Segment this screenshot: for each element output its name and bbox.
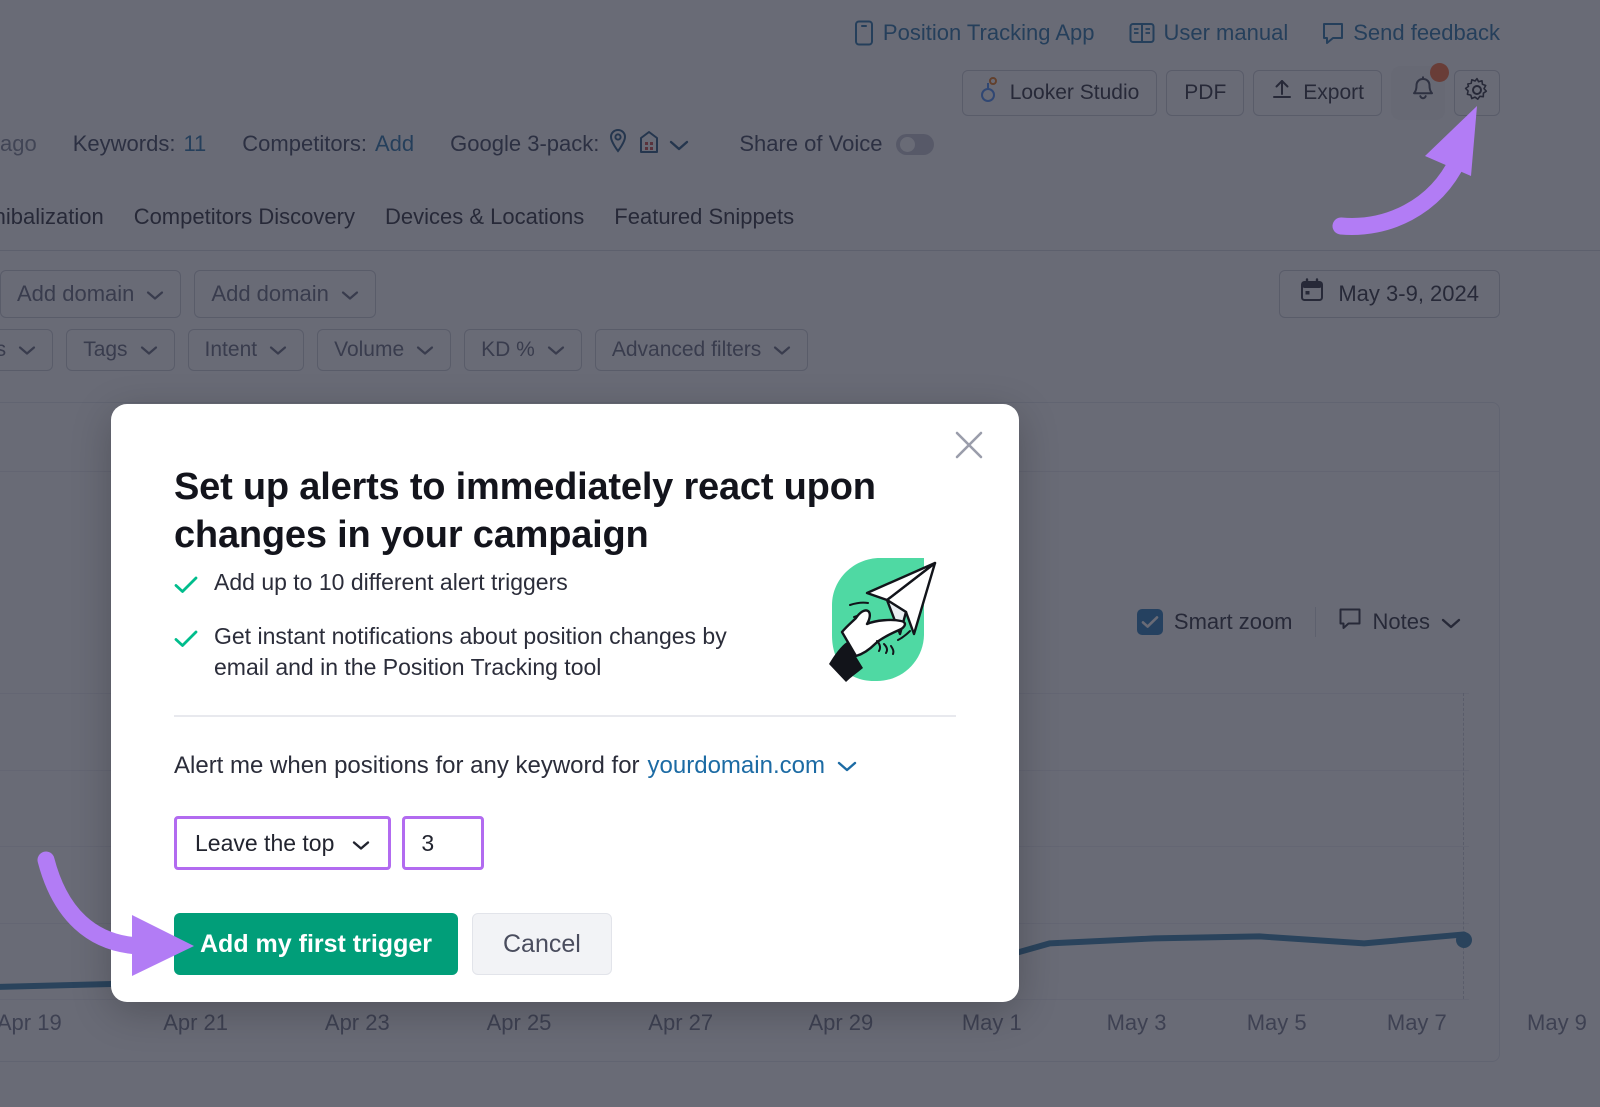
chevron-down-icon[interactable]: [837, 760, 857, 772]
domain-selector-link[interactable]: yourdomain.com: [648, 752, 825, 780]
modal-action-buttons: Add my first trigger Cancel: [174, 913, 612, 975]
check-icon: [174, 571, 198, 602]
add-first-trigger-button[interactable]: Add my first trigger: [174, 913, 458, 975]
chevron-down-icon: [352, 830, 370, 857]
list-item: Get instant notifications about position…: [174, 621, 784, 683]
alert-condition-sentence: Alert me when positions for any keyword …: [174, 752, 857, 780]
condition-number-input[interactable]: 3: [406, 820, 480, 866]
close-icon: [952, 428, 986, 467]
condition-number-value: 3: [421, 830, 434, 857]
alerts-setup-modal: Set up alerts to immediately react upon …: [111, 404, 1019, 1002]
check-icon: [174, 625, 198, 683]
trigger-condition-row: Leave the top 3: [174, 816, 484, 870]
close-button[interactable]: [948, 426, 990, 468]
paper-plane-icon: [802, 545, 952, 690]
condition-select-value: Leave the top: [195, 830, 334, 857]
modal-divider: [174, 715, 956, 717]
condition-select[interactable]: Leave the top: [178, 820, 387, 866]
sentence-prefix: Alert me when positions for any keyword …: [174, 752, 640, 780]
condition-number-highlight: 3: [402, 816, 484, 870]
list-item-label: Add up to 10 different alert triggers: [214, 567, 568, 602]
list-item: Add up to 10 different alert triggers: [174, 567, 784, 602]
list-item-label: Get instant notifications about position…: [214, 621, 784, 683]
modal-benefits-list: Add up to 10 different alert triggers Ge…: [174, 567, 784, 702]
cancel-button[interactable]: Cancel: [472, 913, 612, 975]
condition-select-highlight: Leave the top: [174, 816, 391, 870]
